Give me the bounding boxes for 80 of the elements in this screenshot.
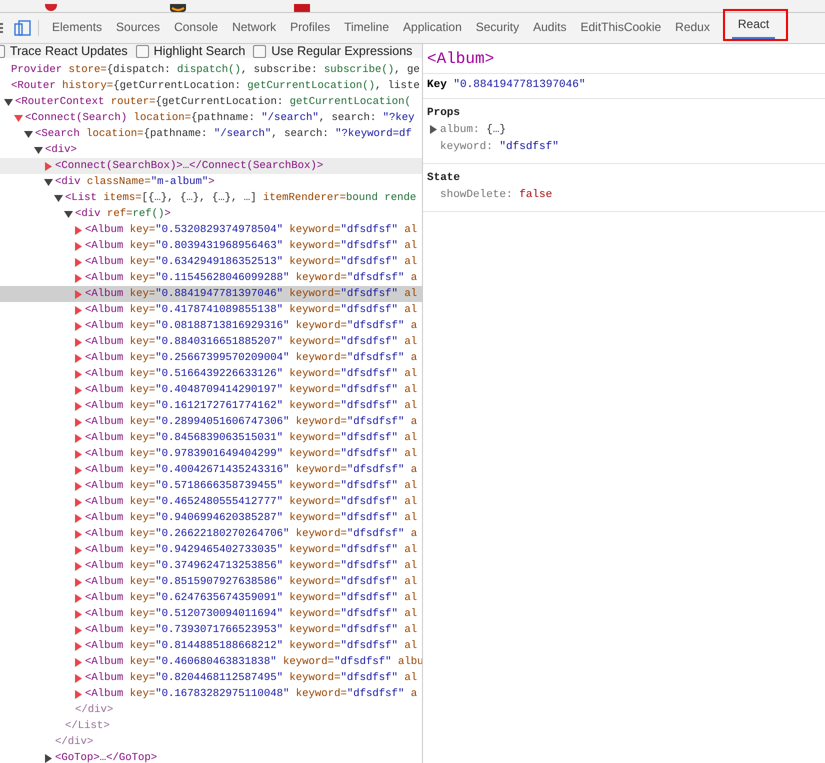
tree-node[interactable]: <Search location={pathname: "/search", search: "?keyword=df bbox=[35, 126, 412, 142]
tree-node[interactable]: <Album key="0.5120730094011694" keyword="dfsdfsf" al bbox=[85, 606, 418, 622]
panel-tab[interactable]: Console bbox=[168, 13, 224, 43]
expanded-arrow-icon[interactable] bbox=[54, 194, 63, 202]
checkbox-label: Trace React Updates bbox=[10, 44, 128, 58]
closing-tag: </div> bbox=[75, 702, 114, 718]
prop-value: false bbox=[519, 188, 552, 200]
panel-tab[interactable]: Profiles bbox=[284, 13, 336, 43]
prop-name: showDelete: bbox=[440, 188, 513, 200]
panel-tab[interactable]: Audits bbox=[527, 13, 572, 43]
tree-node[interactable]: <Album key="0.4178741089855138" keyword="dfsdfsf" al bbox=[85, 302, 418, 318]
tree-node[interactable]: <Album key="0.1612172761774162" keyword="dfsdfsf" al bbox=[85, 398, 418, 414]
expanded-arrow-icon[interactable] bbox=[24, 130, 33, 138]
tree-node[interactable]: <Album key="0.8456839063515031" keyword="dfsdfsf" al bbox=[85, 430, 418, 446]
tree-node[interactable]: <Album key="0.5320829374978504" keyword="dfsdfsf" al bbox=[85, 222, 418, 238]
tree-node[interactable]: <div> bbox=[45, 142, 77, 158]
tree-node[interactable]: <div className="m-album"> bbox=[55, 174, 215, 190]
expanded-arrow-icon[interactable] bbox=[64, 210, 73, 218]
expanded-arrow-icon[interactable] bbox=[4, 98, 13, 106]
bookmark-icon[interactable] bbox=[44, 4, 58, 12]
panel-tab[interactable]: Redux bbox=[669, 13, 716, 43]
checkbox-label: Highlight Search bbox=[154, 44, 246, 58]
section-title: Props bbox=[427, 106, 462, 121]
tree-node[interactable]: <Album key="0.3749624713253856" keyword="dfsdfsf" al bbox=[85, 558, 418, 574]
expand-arrow-icon[interactable] bbox=[429, 125, 438, 134]
bookmark-icon[interactable] bbox=[170, 4, 186, 12]
tree-node[interactable]: <Album key="0.08188713816929316" keyword="dfsdfsf" a bbox=[85, 318, 418, 334]
tree-node[interactable]: <Album key="0.16783282975110048" keyword="dfsdfsf" a bbox=[85, 686, 418, 702]
expanded-arrow-icon[interactable] bbox=[34, 146, 43, 154]
section-title: State bbox=[427, 171, 462, 186]
tree-node[interactable]: <Album key="0.5718666358739455" keyword="dfsdfsf" al bbox=[85, 478, 418, 494]
tree-node[interactable]: <Album key="0.28994051606747306" keyword="dfsdfsf" a bbox=[85, 414, 418, 430]
checkbox[interactable] bbox=[136, 44, 149, 58]
tree-node[interactable]: <Album key="0.26622180270264706" keyword="dfsdfsf" a bbox=[85, 526, 418, 542]
expanded-arrow-icon[interactable] bbox=[44, 178, 53, 186]
key-label: Key bbox=[427, 79, 447, 91]
prop-value: {…} bbox=[486, 124, 506, 136]
checkbox-label: Use Regular Expressions bbox=[271, 44, 412, 58]
panel-tab[interactable]: Security bbox=[470, 13, 526, 43]
tree-node[interactable]: <Album key="0.40042671435243316" keyword="dfsdfsf" a bbox=[85, 462, 418, 478]
panel-tab[interactable]: Timeline bbox=[338, 13, 396, 43]
key-value: "0.8841947781397046" bbox=[453, 79, 586, 91]
tree-node[interactable]: <div ref=ref()> bbox=[75, 206, 171, 222]
prop-name: keyword: bbox=[440, 140, 493, 152]
tree-node[interactable]: <Connect(Search) location={pathname: "/search", search: "?key bbox=[25, 110, 415, 126]
prop-value: "dfsdfsf" bbox=[499, 140, 559, 152]
tree-node[interactable]: <RouterContext router={getCurrentLocation: getCurrentLocation( bbox=[15, 94, 411, 110]
tree-node[interactable]: <List items=[{…}, {…}, {…}, …] itemRenderer=bound rende bbox=[65, 190, 416, 206]
tree-node[interactable]: Provider store={dispatch: dispatch(), subscribe: subscribe(), ge bbox=[11, 62, 420, 78]
component-title: <Album> bbox=[423, 44, 825, 74]
collapsed-arrow-icon[interactable] bbox=[44, 754, 53, 762]
tree-node[interactable]: <Album key="0.8144885188668212" keyword="dfsdfsf" al bbox=[85, 638, 418, 654]
tree-node[interactable]: <Album key="0.8204468112587495" keyword="dfsdfsf" al bbox=[85, 670, 418, 686]
tree-node[interactable]: <Album key="0.8515907927638586" keyword="dfsdfsf" al bbox=[85, 574, 418, 590]
tree-node[interactable]: <Album key="0.4652480555412777" keyword="dfsdfsf" al bbox=[85, 494, 418, 510]
tree-node[interactable]: <Album key="0.7393071766523953" keyword="dfsdfsf" al bbox=[85, 622, 418, 638]
tree-node[interactable]: <Album key="0.9406994620385287" keyword="dfsdfsf" al bbox=[85, 510, 418, 526]
device-icon[interactable] bbox=[14, 20, 32, 36]
checkbox[interactable] bbox=[253, 44, 266, 58]
panel-tab[interactable]: Application bbox=[397, 13, 468, 43]
panel-tab[interactable]: Network bbox=[226, 13, 282, 43]
closing-tag: </List> bbox=[65, 718, 110, 734]
panel-tab[interactable]: Elements bbox=[46, 13, 108, 43]
tree-node[interactable]: <Album key="0.9783901649404299" keyword="dfsdfsf" al bbox=[85, 446, 418, 462]
panel-tab[interactable]: EditThisCookie bbox=[574, 13, 668, 43]
closing-tag: </div> bbox=[55, 734, 94, 750]
tree-node[interactable]: <Album key="0.9429465402733035" keyword="dfsdfsf" al bbox=[85, 542, 418, 558]
panel-tab[interactable]: React bbox=[732, 11, 776, 39]
tree-node[interactable]: <GoTop>…</GoTop> bbox=[55, 750, 158, 763]
tree-node[interactable]: <Album key="0.5166439226633126" keyword="dfsdfsf" al bbox=[85, 366, 418, 382]
tree-node[interactable]: <Album key="0.8039431968956463" keyword="dfsdfsf" al bbox=[85, 238, 418, 254]
tree-node[interactable]: <Album key="0.11545628046099288" keyword="dfsdfsf" a bbox=[85, 270, 418, 286]
panel-tab[interactable]: Sources bbox=[110, 13, 166, 43]
tree-node[interactable]: <Album key="0.25667399570209004" keyword="dfsdfsf" a bbox=[85, 350, 418, 366]
tree-node[interactable]: <Album key="0.6247635674359091" keyword="dfsdfsf" al bbox=[85, 590, 418, 606]
prop-name: album: bbox=[440, 124, 480, 136]
tree-node[interactable]: <Router history={getCurrentLocation: getCurrentLocation(), liste bbox=[11, 78, 420, 94]
tree-node[interactable]: <Album key="0.6342949186352513" keyword="dfsdfsf" al bbox=[85, 254, 418, 270]
tree-node[interactable]: <Album key="0.8840316651885207" keyword="dfsdfsf" al bbox=[85, 334, 418, 350]
tree-node[interactable]: <Album key="0.4048709414290197" keyword="dfsdfsf" al bbox=[85, 382, 418, 398]
